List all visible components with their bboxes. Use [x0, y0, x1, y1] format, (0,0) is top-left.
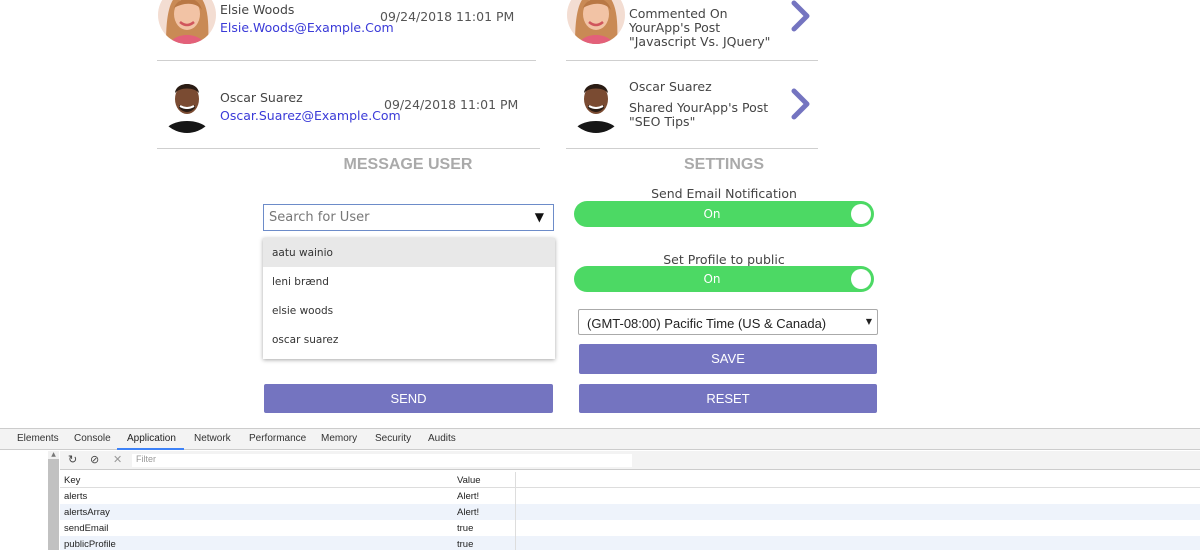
toggle-state: On	[703, 272, 721, 286]
chevron-right-icon[interactable]	[790, 0, 812, 32]
settings-title: SETTINGS	[683, 156, 764, 173]
member-name: Elsie Woods	[220, 2, 295, 17]
table-header: Key Value	[60, 472, 1200, 488]
divider	[566, 148, 818, 149]
member-signup-time: 09/24/2018 11:01 PM	[384, 97, 519, 112]
activity-user-name: Oscar Suarez	[629, 79, 712, 94]
row-key: alerts	[64, 491, 88, 502]
row-value: Alert!	[457, 491, 480, 502]
column-separator	[515, 472, 516, 488]
tab-security[interactable]: Security	[375, 433, 411, 444]
save-button[interactable]: SAVE	[579, 344, 877, 374]
tab-console[interactable]: Console	[74, 433, 111, 444]
delete-selected-icon[interactable]: ✕	[113, 453, 122, 466]
member-signup-time: 09/24/2018 11:01 PM	[380, 9, 515, 24]
divider	[157, 60, 536, 61]
tab-elements[interactable]: Elements	[17, 433, 59, 444]
table-row[interactable]: publicProfile true	[60, 536, 1200, 550]
storage-toolbar: ↻ ⊘ ✕ Filter	[60, 451, 1200, 470]
search-placeholder: Search for User	[269, 210, 370, 225]
row-value: Alert!	[457, 507, 480, 518]
send-button[interactable]: SEND	[264, 384, 553, 413]
public-profile-label: Set Profile to public	[663, 252, 785, 267]
public-profile-toggle[interactable]: On	[574, 266, 874, 292]
sidebar-scrollbar[interactable]	[48, 459, 59, 550]
table-row[interactable]: alertsArray Alert!	[60, 504, 1200, 520]
tab-memory[interactable]: Memory	[321, 433, 357, 444]
tab-network[interactable]: Network	[194, 433, 231, 444]
activity-avatar-elsie	[567, 0, 625, 44]
user-search-select[interactable]: Search for User ▼	[263, 204, 554, 231]
user-search-dropdown: aatu wainio leni brænd elsie woods oscar…	[263, 238, 555, 359]
toggle-knob	[851, 269, 871, 289]
user-option[interactable]: oscar suarez	[263, 325, 555, 354]
devtools-tab-bar: Elements Console Application Network Per…	[0, 429, 1200, 450]
column-separator	[515, 504, 516, 520]
tab-audits[interactable]: Audits	[428, 433, 456, 444]
column-header-key[interactable]: Key	[64, 475, 80, 486]
user-option[interactable]: elsie woods	[263, 296, 555, 325]
activity-description: Shared YourApp's Post "SEO Tips"	[629, 100, 769, 129]
toggle-knob	[851, 204, 871, 224]
row-key: publicProfile	[64, 539, 116, 550]
timezone-select[interactable]: (GMT-08:00) Pacific Time (US & Canada) ▼	[578, 309, 878, 335]
activity-description: Commented On YourApp's Post "Javascript …	[629, 6, 771, 49]
tab-application[interactable]: Application	[127, 433, 176, 444]
table-row[interactable]: sendEmail true	[60, 520, 1200, 536]
divider	[566, 60, 818, 61]
caret-down-icon[interactable]: ▼	[535, 210, 544, 224]
row-key: alertsArray	[64, 507, 110, 518]
email-notification-toggle[interactable]: On	[574, 201, 874, 227]
row-value: true	[457, 539, 474, 550]
row-key: sendEmail	[64, 523, 109, 534]
member-name: Oscar Suarez	[220, 90, 303, 105]
column-separator	[515, 536, 516, 550]
row-value: true	[457, 523, 474, 534]
message-user-title: MESSAGE USER	[343, 156, 473, 173]
table-row[interactable]: alerts Alert!	[60, 488, 1200, 504]
user-option[interactable]: leni brænd	[263, 267, 555, 296]
divider	[157, 148, 540, 149]
member-avatar-oscar	[158, 75, 216, 133]
chevron-right-icon[interactable]	[790, 88, 812, 120]
column-header-value[interactable]: Value	[457, 475, 481, 486]
column-separator	[515, 520, 516, 536]
column-separator	[515, 488, 516, 504]
timezone-value: (GMT-08:00) Pacific Time (US & Canada)	[587, 316, 827, 331]
clear-all-icon[interactable]: ⊘	[90, 453, 99, 466]
filter-input[interactable]: Filter	[132, 454, 632, 467]
toggle-state: On	[703, 207, 721, 221]
tab-performance[interactable]: Performance	[249, 433, 306, 444]
activity-avatar-oscar	[567, 75, 625, 133]
caret-down-icon: ▼	[865, 317, 872, 326]
user-option[interactable]: aatu wainio	[263, 238, 555, 267]
refresh-icon[interactable]: ↻	[68, 453, 77, 466]
member-email-link[interactable]: Oscar.Suarez@Example.Com	[220, 108, 401, 123]
member-avatar-elsie	[158, 0, 216, 44]
email-notification-label: Send Email Notification	[651, 186, 797, 201]
active-tab-indicator	[117, 448, 184, 450]
member-email-link[interactable]: Elsie.Woods@Example.Com	[220, 20, 394, 35]
reset-button[interactable]: RESET	[579, 384, 877, 413]
